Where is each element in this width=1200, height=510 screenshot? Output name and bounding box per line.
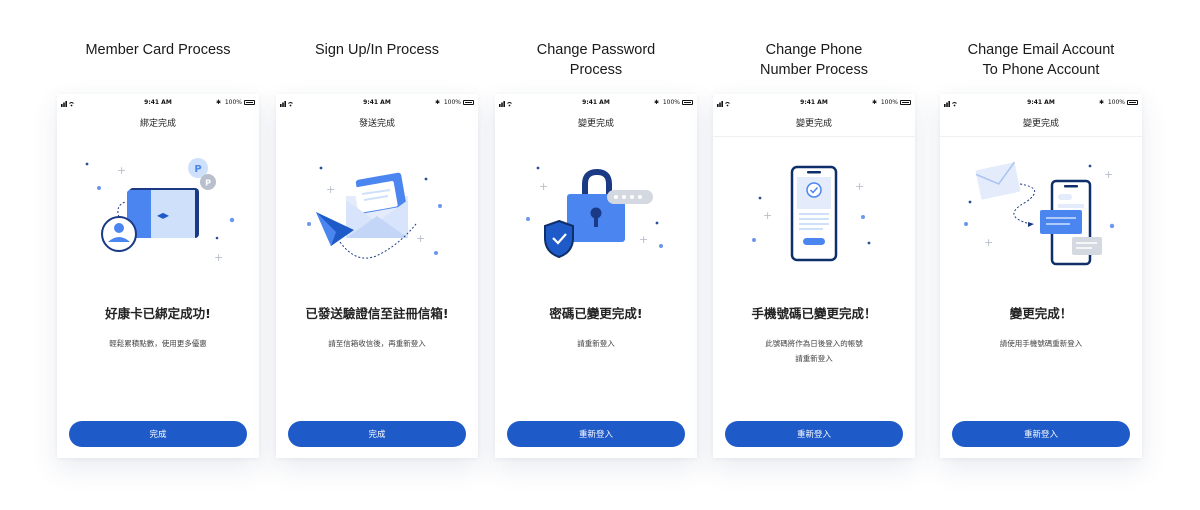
screen-email-to-phone: Change Email Account To Phone Account 9:… [940, 0, 1142, 510]
nav-divider [940, 136, 1142, 137]
svg-text:+: + [214, 251, 223, 264]
success-headline: 好康卡已綁定成功! [105, 306, 211, 321]
envelope-illustration: + + [307, 166, 442, 259]
success-description: 請至信箱收信後，再重新登入 [292, 336, 462, 351]
battery-percent: 100% [224, 99, 242, 106]
bluetooth-icon: ✱ [434, 99, 440, 106]
battery-percent: 100% [443, 99, 461, 106]
column-title-line: Change Password [536, 42, 656, 58]
status-bar: 9:41 AM ✱ 100% [940, 97, 1142, 109]
nav-title: 變更完成 [1022, 119, 1059, 129]
column-title-line: Process [569, 62, 623, 78]
bluetooth-icon: ✱ [871, 99, 877, 106]
svg-text:+: + [326, 183, 335, 196]
column-title: Sign Up/In Process [256, 40, 498, 60]
done-button[interactable]: 完成 [288, 421, 466, 447]
svg-text:+: + [416, 232, 425, 245]
status-bar: 9:41 AM ✱ 100% [276, 97, 478, 109]
nav-divider [713, 136, 915, 137]
screen-member-card: Member Card Process 9:41 AM ✱ 100% 綁定完成 … [57, 0, 259, 510]
success-description: 此號碼將作為日後登入的帳號 請重新登入 [729, 336, 899, 366]
description-line: 此號碼將作為日後登入的帳號 [765, 339, 863, 348]
battery-icon [900, 100, 911, 105]
description-line: 輕鬆累積點數，使用更多優惠 [109, 339, 207, 348]
svg-text:P: P [194, 164, 201, 175]
nav-title: 變更完成 [795, 119, 832, 129]
bluetooth-icon: ✱ [653, 99, 659, 106]
column-title-line: Change Email Account [967, 42, 1115, 58]
column-title-line: Sign Up/In Process [314, 42, 440, 58]
status-bar: 9:41 AM ✱ 100% [57, 97, 259, 109]
column-title: Change Email Account To Phone Account [920, 40, 1162, 80]
screen-change-password: Change Password Process 9:41 AM ✱ 100% 變… [495, 0, 697, 510]
nav-title: 變更完成 [577, 119, 614, 129]
success-headline: 密碼已變更完成! [549, 306, 643, 321]
success-headline: 手機號碼已變更完成！ [751, 306, 877, 321]
re-login-button[interactable]: 重新登入 [952, 421, 1130, 447]
bluetooth-icon: ✱ [215, 99, 221, 106]
svg-text:+: + [855, 180, 864, 193]
padlock-illustration: + + [526, 166, 663, 259]
battery-icon [682, 100, 693, 105]
success-headline: 已發送驗證信至註冊信箱! [305, 306, 449, 321]
bluetooth-icon: ✱ [1098, 99, 1104, 106]
nav-title: 發送完成 [358, 119, 395, 129]
svg-text:+: + [984, 236, 993, 249]
svg-text:P: P [205, 179, 211, 188]
column-title-line: To Phone Account [982, 62, 1100, 78]
success-description: 輕鬆累積點數，使用更多優惠 [73, 336, 243, 351]
screen-change-phone: Change Phone Number Process 9:41 AM ✱ 10… [713, 0, 915, 510]
brand-logo-icon: ◂▸ [157, 208, 169, 222]
phone-frame: 9:41 AM ✱ 100% 變更完成 + + 密碼已變更完成! 請重新登入 重… [495, 94, 697, 458]
status-bar: 9:41 AM ✱ 100% [713, 97, 915, 109]
done-button[interactable]: 完成 [69, 421, 247, 447]
svg-text:+: + [639, 233, 648, 246]
column-title-line: Number Process [760, 62, 868, 78]
battery-icon [244, 100, 255, 105]
battery-percent: 100% [1107, 99, 1125, 106]
phone-frame: 9:41 AM ✱ 100% 變更完成 + + 手機號碼已變更完成！ 此號碼將作… [713, 94, 915, 458]
smartphone-illustration: + + [752, 165, 871, 262]
column-title: Member Card Process [37, 40, 279, 60]
svg-text:+: + [763, 209, 772, 222]
member-card-illustration: + + ◂▸ P P [85, 158, 235, 264]
svg-text:+: + [1104, 168, 1113, 181]
description-line: 請重新登入 [577, 339, 615, 348]
success-description: 請使用手機號碼重新登入 [956, 336, 1126, 351]
battery-percent: 100% [880, 99, 898, 106]
success-headline: 變更完成！ [1009, 306, 1073, 321]
column-title-line: Member Card Process [85, 42, 231, 58]
column-title-line: Change Phone [765, 42, 863, 58]
description-line: 請重新登入 [795, 354, 833, 363]
phone-frame: 9:41 AM ✱ 100% 綁定完成 + + ◂▸ P P 好康卡已綁定成功! [57, 94, 259, 458]
battery-icon [463, 100, 474, 105]
battery-icon [1127, 100, 1138, 105]
screen-sign-up-in: Sign Up/In Process 9:41 AM ✱ 100% 發送完成 +… [276, 0, 478, 510]
nav-title: 綁定完成 [139, 119, 176, 129]
re-login-button[interactable]: 重新登入 [725, 421, 903, 447]
description-line: 請使用手機號碼重新登入 [999, 339, 1083, 348]
re-login-button[interactable]: 重新登入 [507, 421, 685, 447]
email-to-phone-illustration: + + [964, 161, 1115, 266]
description-line: 請至信箱收信後，再重新登入 [328, 339, 426, 348]
battery-percent: 100% [662, 99, 680, 106]
svg-text:+: + [539, 180, 548, 193]
column-title: Change Password Process [475, 40, 717, 80]
svg-text:+: + [117, 164, 126, 177]
column-title: Change Phone Number Process [693, 40, 935, 80]
success-description: 請重新登入 [511, 336, 681, 351]
phone-frame: 9:41 AM ✱ 100% 發送完成 + + 已發送驗證信至註冊信箱! 請至信… [276, 94, 478, 458]
status-bar: 9:41 AM ✱ 100% [495, 97, 697, 109]
phone-frame: 9:41 AM ✱ 100% 變更完成 + + 變更完成！ 請使用手機號碼重新登… [940, 94, 1142, 458]
